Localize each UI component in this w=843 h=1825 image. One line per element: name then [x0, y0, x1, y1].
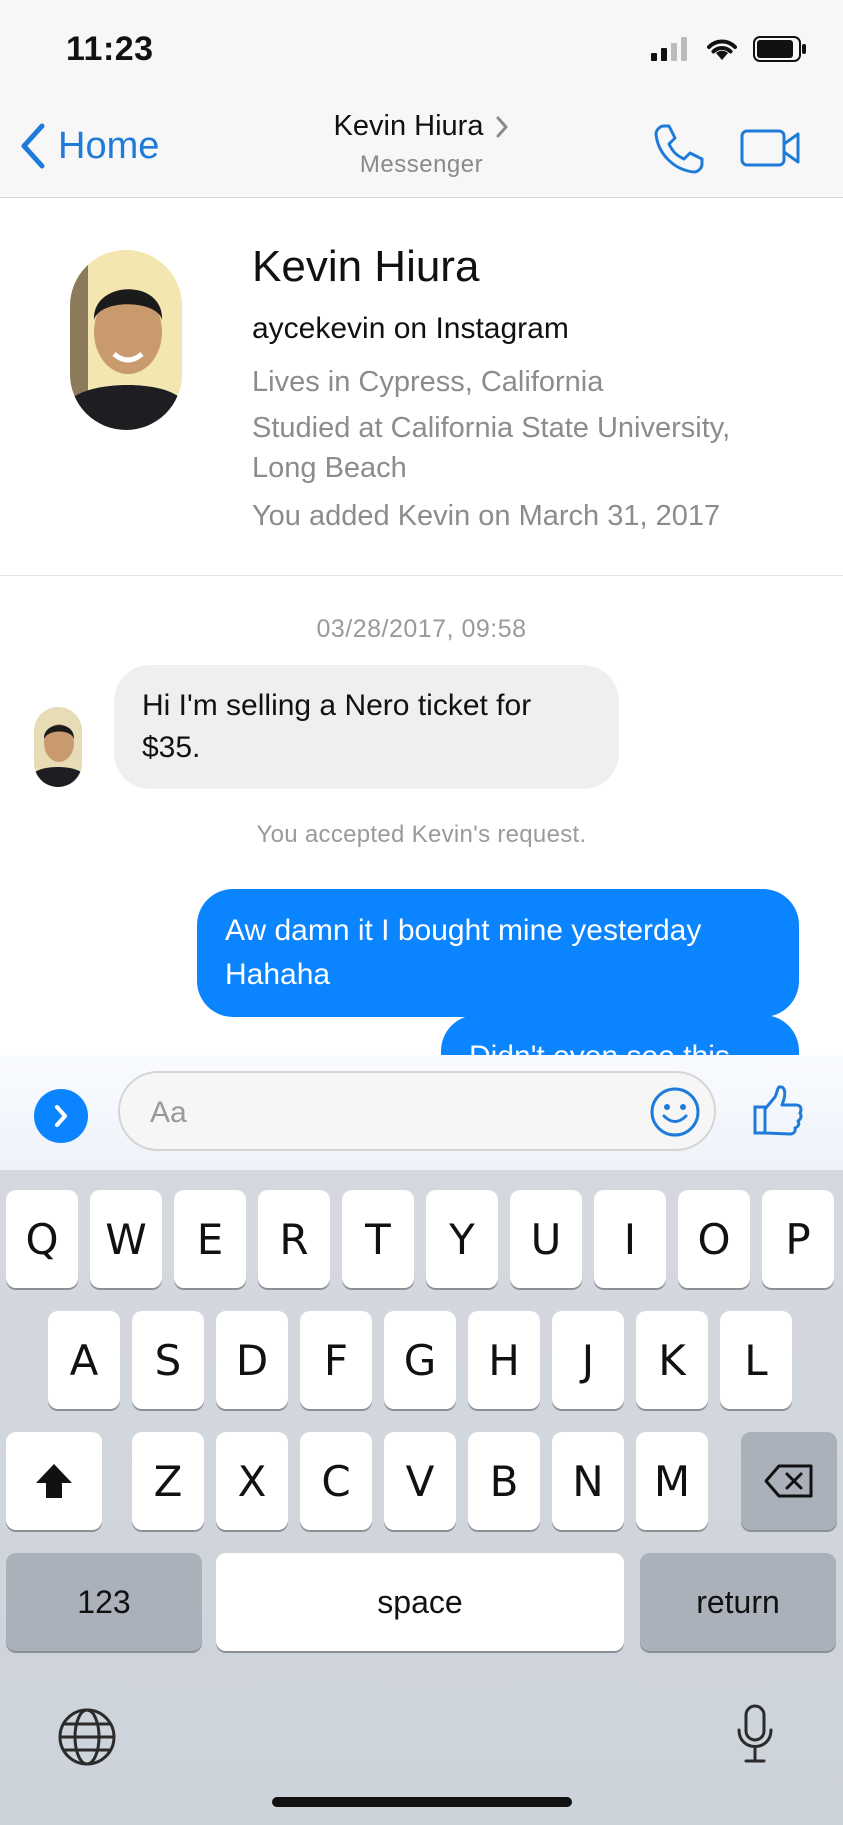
profile-instagram: aycekevin on Instagram	[252, 312, 569, 345]
key-a[interactable]: A	[48, 1311, 120, 1409]
message-input[interactable]	[150, 1091, 610, 1135]
keyboard: Q W E R T Y U I O P A S D F G H J K L Z …	[0, 1170, 843, 1825]
message-timestamp: 03/28/2017, 09:58	[316, 615, 527, 643]
message-input-field	[118, 1071, 716, 1151]
chevron-right-icon	[496, 116, 508, 137]
globe-button[interactable]	[56, 1706, 118, 1773]
system-note: You accepted Kevin's request.	[256, 821, 587, 848]
key-x[interactable]: X	[216, 1432, 288, 1530]
numbers-key[interactable]: 123	[6, 1553, 202, 1651]
expand-actions-button[interactable]	[34, 1089, 88, 1143]
incoming-message-bubble[interactable]: Hi I'm selling a Nero ticket for $35.	[114, 665, 619, 789]
contact-name: Kevin Hiura	[333, 110, 484, 142]
profile-name: Kevin Hiura	[252, 242, 480, 291]
status-icons	[651, 36, 807, 62]
key-c[interactable]: C	[300, 1432, 372, 1530]
outgoing-message-bubble[interactable]: Aw damn it I bought mine yesterday Hahah…	[197, 889, 799, 1017]
key-b[interactable]: B	[468, 1432, 540, 1530]
key-l[interactable]: L	[720, 1311, 792, 1409]
key-d[interactable]: D	[216, 1311, 288, 1409]
video-camera-icon	[740, 129, 800, 167]
profile-studied-line1: Studied at California State University,	[252, 412, 731, 444]
key-e[interactable]: E	[174, 1190, 246, 1288]
delete-icon	[764, 1464, 813, 1498]
key-h[interactable]: H	[468, 1311, 540, 1409]
contact-profile-card: Kevin Hiura aycekevin on Instagram Lives…	[0, 198, 843, 576]
contact-title-button[interactable]: Kevin Hiura	[334, 110, 510, 143]
key-r[interactable]: R	[258, 1190, 330, 1288]
key-q[interactable]: Q	[6, 1190, 78, 1288]
expand-chevron-icon	[55, 1105, 67, 1127]
emoji-button[interactable]	[648, 1085, 702, 1144]
like-button[interactable]	[752, 1083, 804, 1142]
home-indicator[interactable]	[272, 1797, 572, 1807]
key-z[interactable]: Z	[132, 1432, 204, 1530]
key-g[interactable]: G	[384, 1311, 456, 1409]
conversation-header: Home Kevin Hiura Messenger	[0, 100, 843, 198]
key-s[interactable]: S	[132, 1311, 204, 1409]
space-key[interactable]: space	[216, 1553, 624, 1651]
profile-lives: Lives in Cypress, California	[252, 366, 604, 398]
shift-key[interactable]	[6, 1432, 102, 1530]
profile-added-date: You added Kevin on March 31, 2017	[252, 500, 721, 532]
key-m[interactable]: M	[636, 1432, 708, 1530]
key-o[interactable]: O	[678, 1190, 750, 1288]
key-n[interactable]: N	[552, 1432, 624, 1530]
shift-icon	[36, 1464, 72, 1498]
key-u[interactable]: U	[510, 1190, 582, 1288]
wifi-icon	[707, 39, 737, 60]
emoji-icon	[650, 1087, 700, 1137]
message-thread[interactable]: 03/28/2017, 09:58 Hi I'm selling a Nero …	[0, 577, 843, 1055]
dictation-button[interactable]	[736, 1704, 774, 1769]
signal-icon	[651, 37, 687, 61]
key-w[interactable]: W	[90, 1190, 162, 1288]
voice-call-button[interactable]	[652, 122, 706, 181]
key-t[interactable]: T	[342, 1190, 414, 1288]
globe-icon	[58, 1708, 116, 1766]
key-i[interactable]: I	[594, 1190, 666, 1288]
key-y[interactable]: Y	[426, 1190, 498, 1288]
thumbs-up-icon	[753, 1085, 803, 1136]
profile-info: Kevin Hiura aycekevin on Instagram Lives…	[252, 242, 803, 533]
nav-title-block: Kevin Hiura Messenger	[0, 110, 843, 179]
phone-icon	[654, 124, 704, 174]
key-v[interactable]: V	[384, 1432, 456, 1530]
key-f[interactable]: F	[300, 1311, 372, 1409]
outgoing-message-bubble[interactable]: Didn't even see this	[441, 1015, 799, 1055]
sender-avatar[interactable]	[34, 707, 82, 787]
status-bar: 11:23	[0, 0, 843, 100]
key-j[interactable]: J	[552, 1311, 624, 1409]
battery-icon	[753, 36, 806, 62]
message-composer	[0, 1055, 843, 1170]
profile-studied-line2: Long Beach	[252, 452, 407, 484]
profile-avatar[interactable]	[70, 250, 182, 430]
microphone-icon	[737, 1704, 773, 1763]
status-time: 11:23	[66, 30, 154, 68]
return-key[interactable]: return	[640, 1553, 836, 1651]
video-call-button[interactable]	[740, 128, 802, 173]
delete-key[interactable]	[741, 1432, 837, 1530]
key-k[interactable]: K	[636, 1311, 708, 1409]
key-p[interactable]: P	[762, 1190, 834, 1288]
nav-subtitle: Messenger	[359, 151, 484, 178]
